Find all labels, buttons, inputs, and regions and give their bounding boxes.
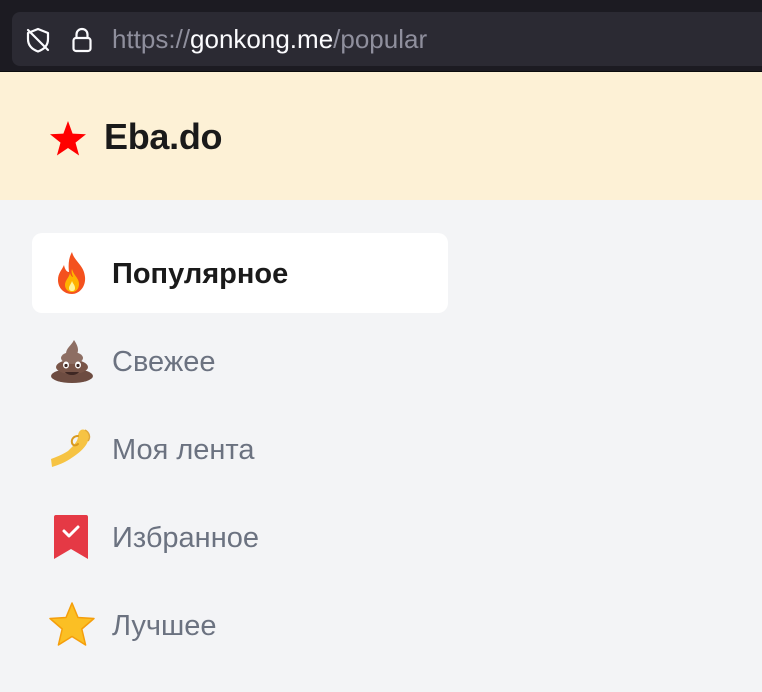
nav-item-popular[interactable]: Популярное xyxy=(32,233,448,313)
fire-icon xyxy=(58,252,86,294)
nav-item-label: Лучшее xyxy=(112,610,217,642)
nav-item-label: Свежее xyxy=(112,346,216,378)
star-icon xyxy=(49,602,95,646)
url-text[interactable]: https://gonkong.me/popular xyxy=(112,25,427,53)
site-header: Eba.do xyxy=(0,72,762,200)
bookmark-icon xyxy=(54,515,88,559)
logo-star-icon[interactable] xyxy=(48,119,88,159)
pinching-hand-icon xyxy=(51,429,91,467)
lock-icon[interactable] xyxy=(68,26,96,54)
nav-item-best[interactable]: Лучшее xyxy=(32,585,448,665)
nav-item-my-feed[interactable]: Моя лента xyxy=(32,409,448,489)
nav-item-label: Моя лента xyxy=(112,434,255,466)
poop-icon xyxy=(51,340,93,383)
url-path: /popular xyxy=(333,24,428,54)
nav-item-label: Избранное xyxy=(112,522,259,554)
tracking-protection-icon[interactable] xyxy=(24,26,52,54)
site-logo-text[interactable]: Eba.do xyxy=(104,115,223,159)
nav-item-favorites[interactable]: Избранное xyxy=(32,497,448,577)
nav-item-label: Популярное xyxy=(112,258,289,290)
url-host: gonkong.me xyxy=(190,24,334,54)
address-bar[interactable]: https://gonkong.me/popular xyxy=(12,12,762,66)
url-scheme: https:// xyxy=(112,24,191,54)
browser-toolbar: https://gonkong.me/popular xyxy=(0,0,762,72)
nav-item-fresh[interactable]: Свежее xyxy=(32,321,448,401)
